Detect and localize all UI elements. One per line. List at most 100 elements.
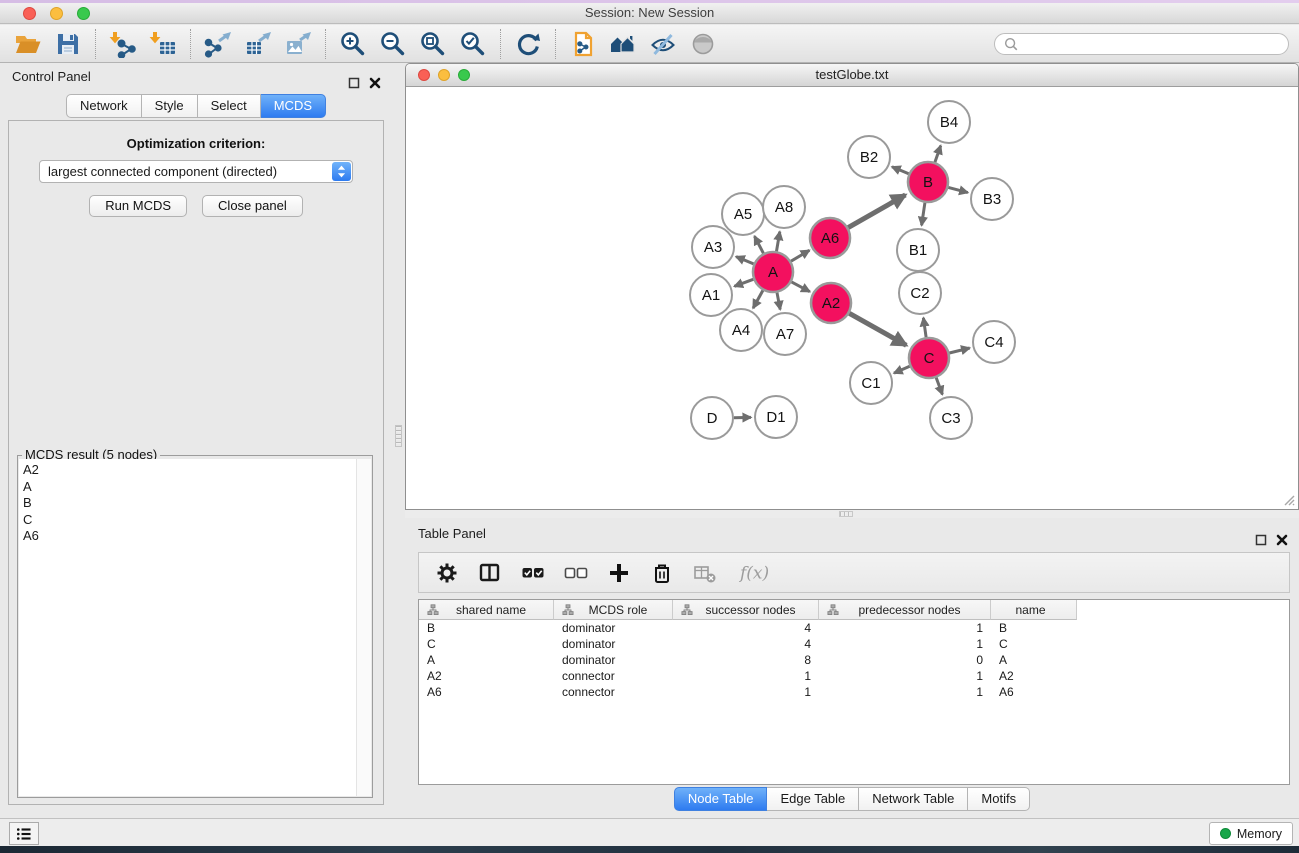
fit-selected-button[interactable] (453, 27, 493, 61)
table-cell[interactable]: dominator (554, 621, 673, 635)
export-network-button[interactable] (198, 27, 238, 61)
import-table-button[interactable] (143, 27, 183, 61)
edge-A6-B[interactable] (848, 195, 905, 228)
edge-C-C1[interactable] (894, 366, 910, 373)
tab-mcds[interactable]: MCDS (261, 94, 326, 118)
float-panel-icon[interactable] (347, 76, 361, 90)
float-panel-icon[interactable] (1254, 533, 1268, 547)
table-cell[interactable]: C (991, 637, 1077, 651)
table-cell[interactable]: 1 (819, 621, 991, 635)
table-row[interactable]: Bdominator41B (419, 620, 1289, 636)
table-cell[interactable]: A6 (419, 685, 554, 699)
minimize-window-button[interactable] (50, 7, 63, 20)
run-mcds-button[interactable]: Run MCDS (89, 195, 187, 217)
edge-A-A5[interactable] (755, 236, 764, 253)
edge-A-A6[interactable] (791, 250, 809, 261)
edge-C-C4[interactable] (949, 348, 969, 353)
delete-column-button[interactable] (649, 560, 675, 586)
edge-A-A4[interactable] (753, 290, 763, 308)
table-cell[interactable]: 1 (819, 685, 991, 699)
edge-A-A1[interactable] (734, 279, 753, 286)
edge-A-A2[interactable] (792, 282, 810, 292)
edge-B-B4[interactable] (935, 146, 941, 163)
table-cell[interactable]: dominator (554, 653, 673, 667)
network-file-button[interactable] (563, 27, 603, 61)
mcds-result-item[interactable]: A (23, 479, 352, 496)
edge-A-A3[interactable] (736, 257, 754, 264)
mcds-result-item[interactable]: B (23, 495, 352, 512)
column-header-shared-name[interactable]: shared name (419, 600, 554, 620)
hide-graphics-details-button[interactable] (643, 27, 683, 61)
panel-split-divider[interactable] (392, 63, 405, 818)
export-image-button[interactable] (278, 27, 318, 61)
table-cell[interactable]: A (991, 653, 1077, 667)
select-all-columns-button[interactable] (520, 560, 546, 586)
table-cell[interactable]: 1 (673, 669, 819, 683)
column-header-name[interactable]: name (991, 600, 1077, 620)
tab-motifs[interactable]: Motifs (968, 787, 1030, 811)
tab-node-table[interactable]: Node Table (674, 787, 768, 811)
task-history-button[interactable] (9, 822, 39, 845)
table-cell[interactable]: A2 (419, 669, 554, 683)
mcds-result-item[interactable]: A6 (23, 528, 352, 545)
table-cell[interactable]: A2 (991, 669, 1077, 683)
table-cell[interactable]: 4 (673, 637, 819, 651)
column-header-MCDS-role[interactable]: MCDS role (554, 600, 673, 620)
window-resize-grip[interactable] (1281, 492, 1295, 506)
divider-grip[interactable] (395, 425, 402, 447)
table-settings-button[interactable] (434, 560, 460, 586)
table-cell[interactable]: 4 (673, 621, 819, 635)
network-zoom-button[interactable] (458, 69, 470, 81)
home-button[interactable] (603, 27, 643, 61)
dropdown-stepper[interactable] (332, 162, 351, 181)
deselect-all-columns-button[interactable] (563, 560, 589, 586)
divider-grip[interactable] (839, 511, 853, 517)
import-network-button[interactable] (103, 27, 143, 61)
close-panel-button[interactable]: Close panel (202, 195, 303, 217)
delete-table-button[interactable] (692, 560, 718, 586)
zoom-window-button[interactable] (77, 7, 90, 20)
mcds-result-item[interactable]: C (23, 512, 352, 529)
open-session-button[interactable] (8, 27, 48, 61)
network-window-titlebar[interactable]: testGlobe.txt (406, 64, 1298, 87)
optimization-criterion-dropdown[interactable]: largest connected component (directed) (39, 160, 353, 183)
close-panel-icon[interactable] (1275, 533, 1289, 547)
fit-content-button[interactable] (413, 27, 453, 61)
edge-B-B3[interactable] (948, 187, 968, 192)
table-cell[interactable]: A6 (991, 685, 1077, 699)
search-input[interactable] (1023, 36, 1280, 53)
table-cell[interactable]: connector (554, 669, 673, 683)
tab-select[interactable]: Select (198, 94, 261, 118)
network-minimize-button[interactable] (438, 69, 450, 81)
export-table-button[interactable] (238, 27, 278, 61)
show-columns-button[interactable] (477, 560, 503, 586)
table-row[interactable]: Cdominator41C (419, 636, 1289, 652)
network-close-button[interactable] (418, 69, 430, 81)
table-cell[interactable]: 1 (673, 685, 819, 699)
tab-network[interactable]: Network (66, 94, 142, 118)
close-panel-icon[interactable] (368, 76, 382, 90)
table-cell[interactable]: dominator (554, 637, 673, 651)
edge-B-B1[interactable] (922, 203, 925, 226)
table-cell[interactable]: B (419, 621, 554, 635)
tab-network-table[interactable]: Network Table (859, 787, 968, 811)
search-field[interactable] (994, 33, 1289, 55)
zoom-in-button[interactable] (333, 27, 373, 61)
network-graph[interactable]: B4B2BB3A5A8A6B1A3AA1C2A2A4A7CC4C1C3DD1 (407, 88, 1299, 509)
column-header-successor-nodes[interactable]: successor nodes (673, 600, 819, 620)
table-row[interactable]: A6connector11A6 (419, 684, 1289, 700)
show-graphics-details-button[interactable] (683, 27, 723, 61)
table-cell[interactable]: 8 (673, 653, 819, 667)
tab-edge-table[interactable]: Edge Table (767, 787, 859, 811)
close-window-button[interactable] (23, 7, 36, 20)
mcds-result-item[interactable]: A2 (23, 462, 352, 479)
edge-B-B2[interactable] (892, 167, 909, 174)
edge-C-C3[interactable] (936, 378, 942, 395)
edge-A-A8[interactable] (777, 232, 780, 252)
save-session-button[interactable] (48, 27, 88, 61)
tab-style[interactable]: Style (142, 94, 198, 118)
table-row[interactable]: Adominator80A (419, 652, 1289, 668)
function-builder-button[interactable]: f(x) (735, 560, 777, 586)
memory-button[interactable]: Memory (1209, 822, 1293, 845)
result-list-scrollbar[interactable] (356, 459, 371, 796)
